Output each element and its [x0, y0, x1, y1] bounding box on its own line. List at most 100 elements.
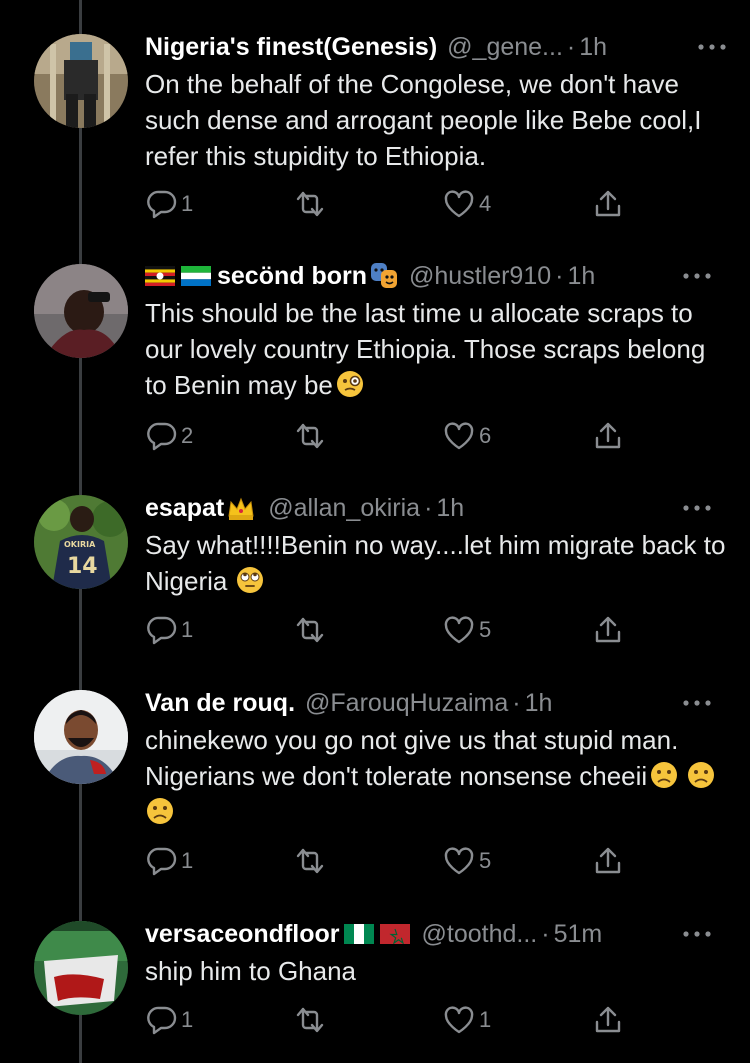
more-icon[interactable]: [697, 41, 727, 53]
avatar[interactable]: [34, 264, 128, 358]
timestamp[interactable]: 1h: [436, 494, 464, 523]
tweet-text-body: chinekewo you go not give us that stupid…: [145, 725, 679, 791]
retweet-icon: [296, 848, 324, 874]
retweet-button[interactable]: [293, 419, 331, 453]
sierra-leone-flag-icon: [181, 266, 211, 286]
like-button[interactable]: 4: [443, 187, 491, 221]
handle[interactable]: @FarouqHuzaima: [305, 689, 508, 718]
reply-button[interactable]: 1: [147, 1003, 193, 1037]
like-icon: [444, 422, 474, 450]
like-count: 1: [479, 1007, 492, 1032]
action-bar: 1 5: [145, 844, 635, 878]
timestamp[interactable]: 1h: [579, 33, 607, 62]
reply-button[interactable]: 1: [147, 187, 193, 221]
avatar[interactable]: [34, 34, 128, 128]
nigeria-flag-icon: [343, 924, 374, 944]
display-name[interactable]: Nigeria's finest(Genesis): [145, 33, 437, 62]
share-button[interactable]: [593, 844, 623, 878]
like-icon: [444, 847, 474, 875]
timestamp[interactable]: 51m: [554, 920, 603, 949]
retweet-button[interactable]: [293, 1003, 331, 1037]
like-count: 5: [479, 848, 492, 873]
display-name[interactable]: secönd born: [217, 262, 367, 291]
tweet-text: On the behalf of the Congolese, we don't…: [145, 69, 702, 171]
share-button[interactable]: [593, 1003, 623, 1037]
separator: ·: [555, 261, 564, 290]
morocco-flag-icon: [379, 924, 410, 944]
handle[interactable]: @_gene...: [447, 33, 563, 62]
like-button[interactable]: 5: [443, 613, 491, 647]
tweet-text: ship him to Ghana: [145, 956, 357, 986]
display-name[interactable]: versaceondfloor: [145, 920, 340, 949]
slightly-frowning-face-icon: [651, 762, 678, 788]
reply-button[interactable]: 2: [147, 419, 193, 453]
tweet-text-body: Say what!!!!Benin no way....let him migr…: [145, 530, 726, 596]
svg-text:14: 14: [67, 554, 98, 579]
timestamp[interactable]: 1h: [567, 262, 595, 291]
more-icon[interactable]: [682, 697, 712, 709]
handle[interactable]: @hustler910: [409, 262, 551, 291]
reply-count: 1: [181, 848, 194, 873]
share-button[interactable]: [593, 187, 623, 221]
performing-arts-icon: [371, 263, 398, 288]
like-button[interactable]: 1: [443, 1003, 491, 1037]
tweet-text: This should be the last time u allocate …: [145, 295, 730, 403]
retweet-icon: [296, 191, 324, 217]
share-icon: [595, 616, 621, 643]
retweet-icon: [296, 617, 324, 643]
separator: ·: [512, 688, 521, 717]
share-icon: [595, 1006, 621, 1033]
reply-count: 1: [181, 1007, 194, 1032]
like-count: 4: [479, 191, 492, 216]
reply-icon: [147, 616, 177, 645]
avatar[interactable]: 14 OKIRIA: [34, 495, 128, 589]
like-count: 5: [479, 617, 492, 642]
retweet-icon: [296, 423, 324, 449]
reply-icon: [147, 190, 177, 219]
reply-icon: [147, 1006, 177, 1035]
like-icon: [444, 616, 474, 644]
separator: ·: [566, 32, 576, 61]
face-with-monocle-icon: [336, 371, 363, 397]
reply-count: 2: [181, 423, 194, 448]
reply-button[interactable]: 1: [147, 613, 193, 647]
handle[interactable]: @toothd...: [422, 920, 538, 949]
like-count: 6: [479, 423, 492, 448]
reply-count: 1: [181, 617, 194, 642]
crown-icon: [228, 497, 254, 520]
more-icon[interactable]: [682, 928, 712, 940]
timestamp[interactable]: 1h: [525, 689, 553, 718]
reply-button[interactable]: 1: [147, 844, 193, 878]
display-name[interactable]: Van de rouq.: [145, 689, 295, 718]
retweet-icon: [296, 1007, 324, 1033]
like-button[interactable]: 5: [443, 844, 491, 878]
share-button[interactable]: [593, 419, 623, 453]
reply-count: 1: [181, 191, 194, 216]
tweet-text: Say what!!!!Benin no way....let him migr…: [145, 527, 730, 599]
share-icon: [595, 422, 621, 449]
like-icon: [444, 1006, 474, 1034]
display-name[interactable]: esapat: [145, 494, 224, 523]
action-bar: 1 4: [145, 187, 635, 221]
slightly-frowning-face-icon: [147, 798, 173, 824]
retweet-button[interactable]: [293, 187, 331, 221]
slightly-frowning-face-icon: [688, 762, 715, 788]
uganda-flag-icon: [145, 266, 175, 286]
retweet-button[interactable]: [293, 844, 331, 878]
separator: ·: [424, 493, 433, 522]
action-bar: 1 5: [145, 613, 635, 647]
share-icon: [595, 190, 621, 217]
svg-text:OKIRIA: OKIRIA: [64, 540, 96, 549]
more-icon[interactable]: [682, 502, 712, 514]
tweet-text-body: This should be the last time u allocate …: [145, 298, 706, 400]
avatar[interactable]: [34, 921, 128, 1015]
share-icon: [595, 847, 621, 874]
more-icon[interactable]: [682, 270, 712, 282]
retweet-button[interactable]: [293, 613, 331, 647]
handle[interactable]: @allan_okiria: [268, 494, 420, 523]
like-button[interactable]: 6: [443, 419, 491, 453]
avatar[interactable]: [34, 690, 128, 784]
reply-icon: [147, 847, 177, 876]
share-button[interactable]: [593, 613, 623, 647]
action-bar: 2 6: [145, 419, 635, 453]
